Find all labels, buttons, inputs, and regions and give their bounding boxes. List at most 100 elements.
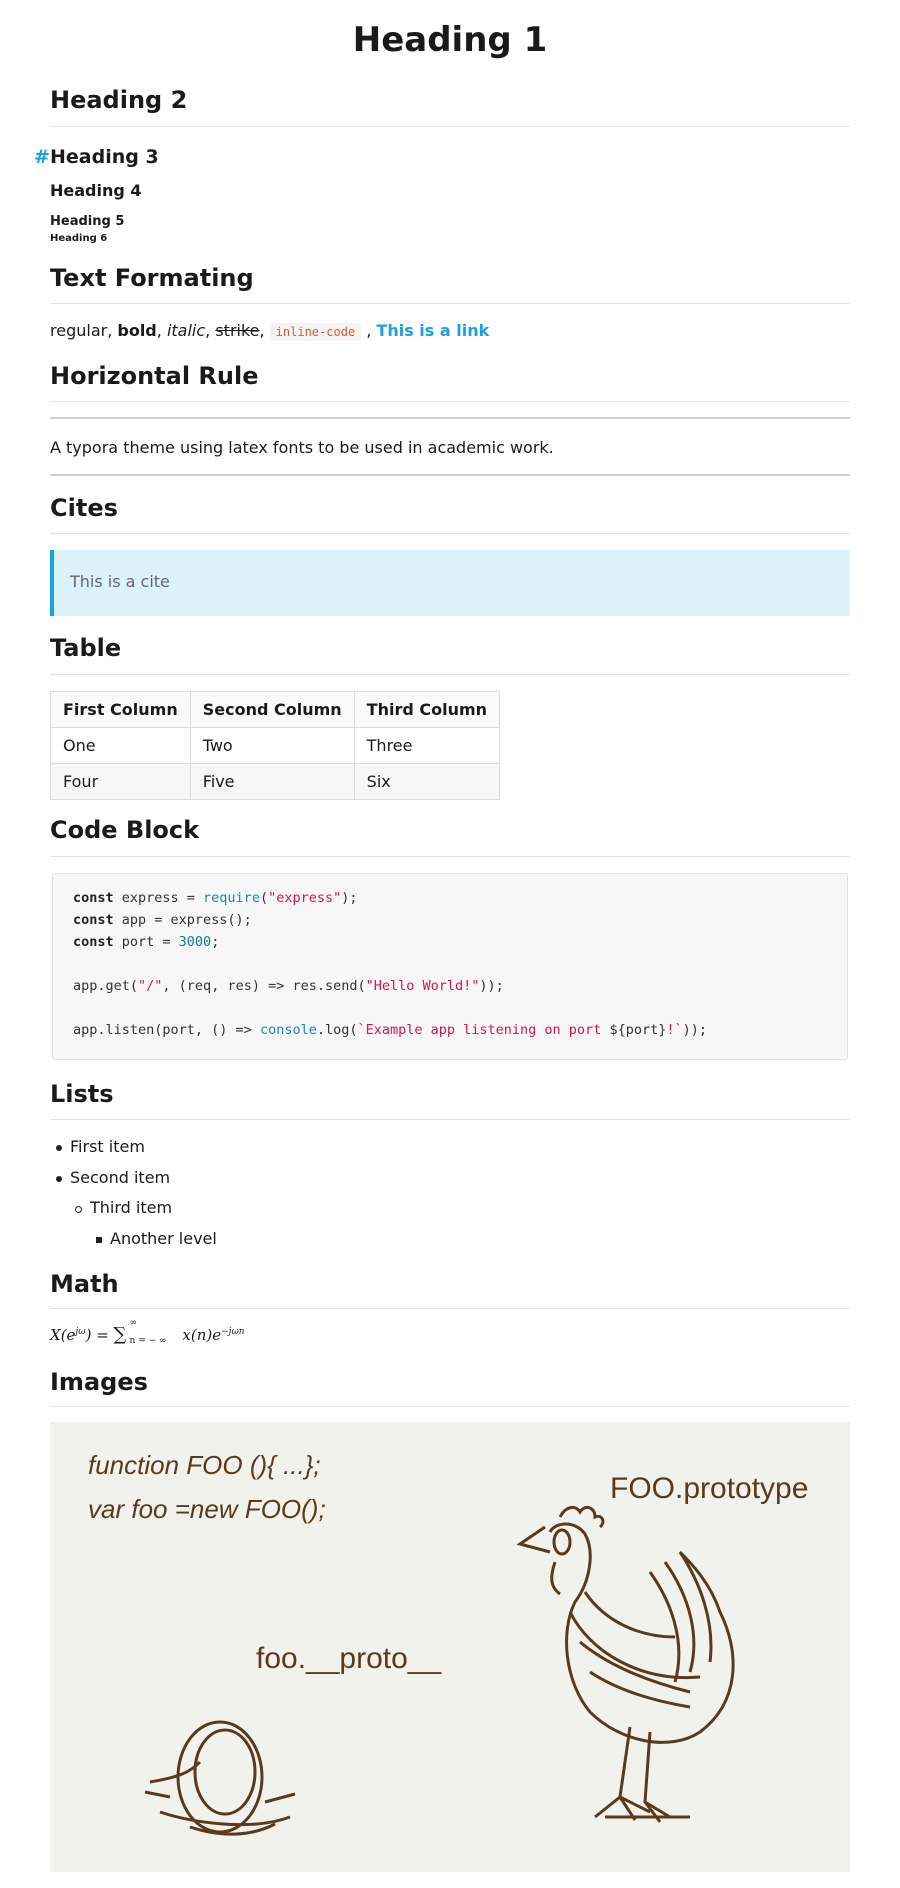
bullet-square-icon [96, 1237, 102, 1243]
section-rule [50, 1308, 850, 1309]
heading-6: Heading 6 [50, 233, 108, 244]
section-title-horizontal-rule: Horizontal Rule [50, 362, 259, 390]
table-header-cell: Second Column [189, 691, 355, 728]
separator: , [156, 321, 167, 340]
code-line: const port = 3000; [73, 934, 219, 950]
table-row: One Two Three [50, 727, 501, 764]
table-header-cell: First Column [50, 691, 191, 728]
table-row: Four Five Six [50, 763, 501, 800]
chicken-icon [516, 1505, 735, 1823]
section-rule [50, 303, 850, 304]
math-sum: ∑ ∞ n = − ∞ [113, 1318, 167, 1346]
prototype-illustration: function FOO (){ ...}; var foo =new FOO(… [50, 1422, 850, 1872]
table-cell: Three [353, 727, 501, 764]
document-page: Heading 1 Heading 2 # Heading 3 Heading … [0, 0, 900, 1888]
separator: , [205, 321, 216, 340]
egg-icon [144, 1720, 296, 1836]
section-title-text-formatting: Text Formating [50, 264, 254, 292]
math-exponent: jω [75, 1327, 86, 1337]
section-title-math: Math [50, 1270, 119, 1298]
table-cell: Six [353, 763, 501, 800]
regular-text: regular, [50, 321, 118, 340]
section-rule [50, 1119, 850, 1120]
horizontal-rule [50, 417, 850, 419]
table-cell: One [50, 727, 191, 764]
code-token: ); [341, 890, 358, 906]
strike-text: strike [215, 321, 260, 340]
table-header-row: First Column Second Column Third Column [50, 691, 501, 728]
heading-3: Heading 3 [50, 146, 159, 168]
section-rule [50, 1406, 850, 1407]
section-title-code-block: Code Block [50, 816, 200, 844]
code-token: express = [113, 890, 204, 906]
code-token: port = [113, 934, 179, 950]
code-token: ( [259, 890, 269, 906]
math-symbol: X [50, 1326, 61, 1344]
example-link[interactable]: This is a link [376, 321, 489, 340]
bullet-circle-icon [75, 1206, 82, 1213]
horizontal-rule [50, 474, 850, 476]
code-line: const express = require("express"); [73, 890, 358, 906]
table-header-cell: Third Column [353, 691, 501, 728]
code-token: "express" [268, 890, 342, 906]
bold-text: bold [117, 321, 157, 340]
table-cell: Two [189, 727, 355, 764]
section-title-table: Table [50, 634, 122, 662]
table-cell: Four [50, 763, 191, 800]
code-token: app.listen(port, () => [73, 1022, 260, 1038]
code-token: ; [211, 934, 220, 950]
code-token: `Example app listening on port [357, 1022, 610, 1038]
blockquote: This is a cite [50, 550, 850, 616]
table-cell: Five [189, 763, 355, 800]
separator: , [361, 321, 377, 340]
math-operator: = [91, 1326, 114, 1344]
code-token: app = express(); [113, 912, 252, 928]
list-item-label: Third item [90, 1198, 173, 1217]
code-line: app.listen(port, () => console.log(`Exam… [73, 1022, 707, 1038]
bullet-disc-icon [56, 1145, 62, 1151]
list-item-label: First item [70, 1137, 145, 1156]
code-token: .log( [316, 1022, 358, 1038]
bullet-disc-icon [56, 1176, 62, 1182]
blockquote-text: This is a cite [70, 572, 170, 591]
separator: , [259, 321, 270, 340]
list-item-label: Another level [110, 1229, 217, 1248]
code-line: const app = express(); [73, 912, 252, 928]
heading-4: Heading 4 [50, 181, 142, 200]
code-token: ${port} [609, 1022, 667, 1038]
section-title-lists: Lists [50, 1080, 114, 1108]
code-token: const [73, 934, 114, 950]
code-token: const [73, 912, 114, 928]
section-rule [50, 401, 850, 402]
section-rule [50, 533, 850, 534]
sum-lower-limit: n = − ∞ [129, 1336, 167, 1346]
code-token: app.get( [73, 978, 139, 994]
sum-upper-limit: ∞ [129, 1318, 138, 1328]
code-token: require [203, 890, 260, 906]
math-formula: X(ejω) = ∑ ∞ n = − ∞ x(n)e−jωn [50, 1318, 245, 1346]
illustration-drawing [144, 1505, 735, 1836]
sum-symbol: ∑ [113, 1324, 127, 1345]
inline-code: inline-code [269, 323, 362, 341]
code-token: console [259, 1022, 317, 1038]
heading-2-rule [50, 126, 850, 127]
section-title-cites: Cites [50, 494, 118, 522]
heading-5: Heading 5 [50, 214, 125, 229]
code-token: "Hello World!" [365, 978, 480, 994]
code-token: const [73, 890, 114, 906]
section-title-images: Images [50, 1368, 148, 1396]
code-token: , (req, res) => res.send( [162, 978, 366, 994]
section-rule [50, 674, 850, 675]
data-table: First Column Second Column Third Column … [50, 691, 501, 800]
code-token: 3000 [178, 934, 212, 950]
heading-2: Heading 2 [50, 86, 188, 114]
italic-text: italic [166, 321, 206, 340]
heading-1: Heading 1 [352, 20, 548, 60]
heading-anchor-icon[interactable]: # [34, 146, 50, 168]
code-token: )); [682, 1022, 708, 1038]
list-item-label: Second item [70, 1168, 171, 1187]
code-block[interactable]: const express = require("express"); const… [52, 873, 848, 1060]
code-line: app.get("/", (req, res) => res.send("Hel… [73, 978, 504, 994]
code-token: !` [666, 1022, 683, 1038]
math-exponent: −jωn [221, 1327, 245, 1337]
